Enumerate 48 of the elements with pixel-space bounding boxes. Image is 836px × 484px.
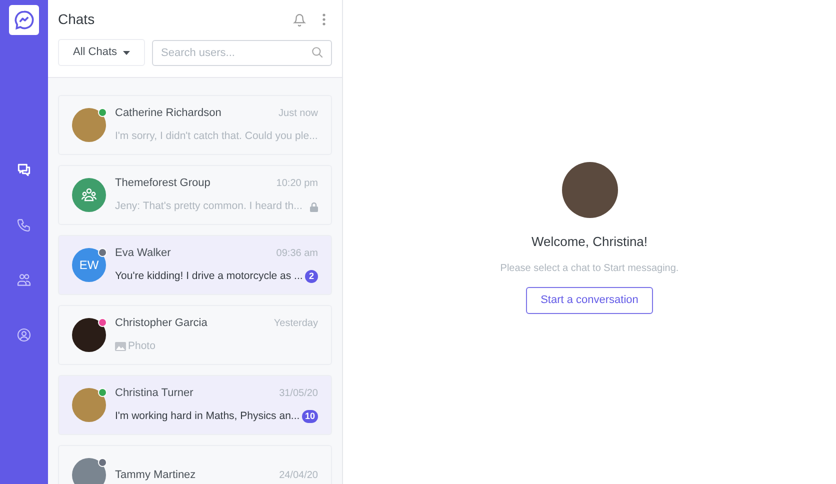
chat-item[interactable]: Christina Turner 31/05/20 I'm working hard in Maths, Physics an... 10	[58, 375, 332, 435]
app-logo[interactable]	[9, 5, 39, 35]
avatar-photo	[72, 458, 106, 484]
chat-item[interactable]: Themeforest Group 10:20 pm Jeny: That's pretty common. I heard th...	[58, 165, 332, 225]
unread-count: 10	[302, 410, 318, 424]
profile-icon	[16, 327, 32, 343]
avatar-photo	[72, 318, 106, 352]
people-icon	[16, 272, 32, 288]
start-conversation-button[interactable]: Start a conversation	[526, 286, 654, 314]
search-icon	[311, 46, 324, 58]
chat-item[interactable]: Tammy Martinez 24/04/20	[58, 445, 332, 484]
panel-title: Chats	[58, 10, 95, 29]
chat-icon	[16, 162, 32, 178]
initials-avatar: EW	[72, 248, 106, 282]
chat-item[interactable]: EW Eva Walker 09:36 am You're kidding! I drive a motorcycle as ... 2	[58, 235, 332, 295]
contact-name: Themeforest Group	[115, 176, 210, 192]
welcome-title: Welcome, Christina!	[531, 233, 648, 252]
message-preview: You're kidding! I drive a motorcycle as ...	[115, 268, 303, 284]
contact-name: Christina Turner	[115, 386, 194, 402]
welcome-subtitle: Please select a chat to Start messaging.	[500, 262, 679, 276]
contact-name: Christopher Garcia	[115, 316, 208, 332]
filter-dropdown[interactable]: All Chats	[58, 39, 146, 66]
message-time: 24/04/20	[279, 468, 318, 482]
message-preview: I'm working hard in Maths, Physics an...	[115, 408, 300, 424]
message-time: 10:20 pm	[276, 177, 318, 192]
image-icon	[115, 342, 126, 352]
bell-icon[interactable]	[293, 12, 306, 26]
caret-icon	[123, 50, 130, 54]
message-preview: I'm sorry, I didn't catch that. Could you ple...	[115, 128, 318, 144]
avatar-photo	[72, 108, 106, 142]
message-preview: Photo	[128, 338, 156, 354]
message-time: 31/05/20	[279, 387, 318, 402]
phone-icon	[16, 217, 32, 233]
contact-name: Tammy Martinez	[115, 468, 196, 483]
group-icon	[81, 188, 97, 202]
avatar-photo	[72, 388, 106, 422]
messenger-icon	[13, 9, 35, 31]
message-time: Just now	[278, 107, 318, 122]
message-preview: Jeny: That's pretty common. I heard th...	[115, 198, 302, 214]
contact-name: Catherine Richardson	[115, 106, 222, 122]
unread-count: 2	[305, 270, 318, 284]
chat-item[interactable]: Christopher Garcia Yesterday Photo	[58, 305, 332, 365]
message-time: Yesterday	[274, 317, 318, 332]
search-field[interactable]: Search users...	[152, 40, 332, 66]
contact-name: Eva Walker	[115, 246, 171, 262]
chat-item[interactable]: Catherine Richardson Just now I'm sorry, I didn't catch that. Could you ple...	[58, 95, 332, 155]
more-icon[interactable]	[322, 13, 326, 26]
message-time: 09:36 am	[276, 247, 318, 262]
